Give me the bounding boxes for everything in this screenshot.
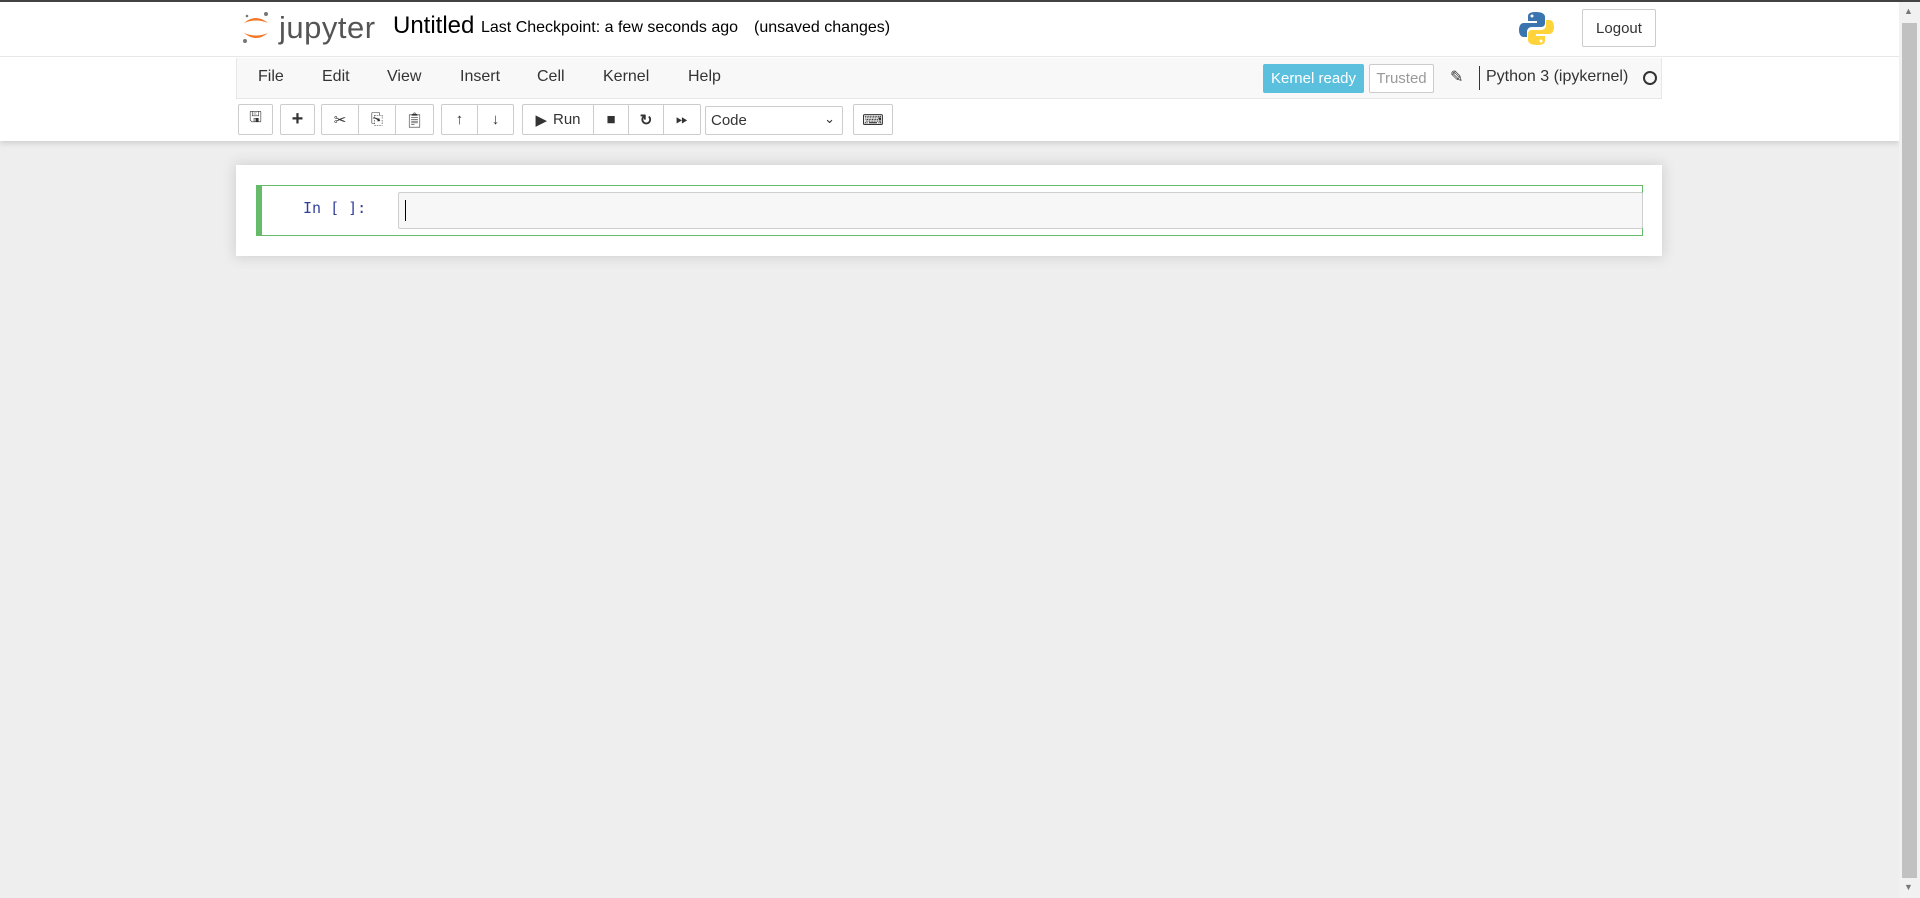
keyboard-icon: ⌨	[862, 111, 884, 129]
notebook-name[interactable]: Untitled	[393, 12, 474, 40]
autosave-status: (unsaved changes)	[754, 19, 891, 36]
text-cursor	[405, 200, 406, 221]
menu-help[interactable]: Help	[688, 68, 721, 86]
run-button-group: ▶ Run ■ ↻ ⏩︎	[522, 104, 701, 135]
arrow-up-icon: ↑	[455, 111, 464, 128]
chevron-down-icon: ⌄	[824, 111, 835, 126]
jupyter-logo[interactable]: jupyter	[241, 10, 376, 46]
copy-icon: ⎘	[370, 111, 383, 128]
move-button-group: ↑ ↓	[441, 104, 514, 135]
scissors-icon: ✂	[333, 111, 347, 129]
code-cell[interactable]: In [ ]:	[256, 185, 1643, 236]
python-logo-icon	[1519, 12, 1554, 45]
jupyter-logo-text: jupyter	[279, 10, 376, 45]
save-icon: 🖫	[249, 109, 262, 126]
input-prompt: In [ ]:	[303, 199, 367, 217]
arrow-down-icon: ↓	[491, 111, 500, 128]
stop-icon: ■	[606, 111, 616, 128]
interrupt-button[interactable]: ■	[593, 104, 629, 135]
kernel-idle-indicator-icon	[1643, 71, 1657, 85]
play-icon: ▶	[535, 111, 547, 129]
header: jupyter Untitled Last Checkpoint: a few …	[0, 2, 1899, 141]
vertical-scrollbar[interactable]: ▲ ▼	[1899, 2, 1920, 898]
restart-button[interactable]: ↻	[628, 104, 664, 135]
restart-run-all-button[interactable]: ⏩︎	[663, 104, 701, 135]
kernel-status-badge: Kernel ready	[1263, 64, 1364, 93]
scroll-down-icon[interactable]: ▼	[1904, 882, 1913, 892]
scroll-up-icon[interactable]: ▲	[1904, 6, 1913, 16]
scrollbar-thumb[interactable]	[1902, 23, 1917, 878]
paste-button[interactable]: 📋︎	[395, 104, 434, 135]
plus-icon: +	[291, 108, 304, 130]
edit-button-group: ✂ ⎘ 📋︎	[321, 104, 434, 135]
menu-file[interactable]: File	[258, 68, 284, 86]
logout-button[interactable]: Logout	[1582, 9, 1656, 47]
command-palette-button[interactable]: ⌨	[853, 104, 893, 135]
paste-icon: 📋︎	[404, 111, 425, 129]
code-input[interactable]	[398, 192, 1643, 229]
move-down-button[interactable]: ↓	[477, 104, 514, 135]
run-button[interactable]: ▶ Run	[522, 104, 594, 135]
kernel-name[interactable]: Python 3 (ipykernel)	[1486, 68, 1628, 86]
checkpoint-status: Last Checkpoint: a few seconds ago	[481, 19, 739, 36]
menu-cell[interactable]: Cell	[537, 68, 565, 86]
insert-cell-button[interactable]: +	[280, 104, 315, 135]
cut-button[interactable]: ✂	[321, 104, 359, 135]
menu-kernel[interactable]: Kernel	[603, 68, 649, 86]
copy-button[interactable]: ⎘	[358, 104, 396, 135]
move-up-button[interactable]: ↑	[441, 104, 478, 135]
edit-mode-pencil-icon: ✎	[1450, 69, 1464, 86]
trusted-button[interactable]: Trusted	[1369, 64, 1434, 93]
fast-forward-icon: ⏩︎	[675, 111, 688, 128]
header-divider	[0, 56, 1899, 57]
run-label: Run	[553, 111, 581, 128]
menu-insert[interactable]: Insert	[460, 68, 500, 86]
kernel-divider	[1479, 66, 1480, 90]
menu-bar: File Edit View Insert Cell Kernel Help K…	[236, 58, 1662, 99]
cell-type-select[interactable]: Code ⌄	[705, 106, 843, 135]
menu-view[interactable]: View	[387, 68, 421, 86]
save-button[interactable]: 🖫	[238, 104, 273, 135]
cell-type-value: Code	[711, 112, 747, 129]
menu-edit[interactable]: Edit	[322, 68, 350, 86]
restart-icon: ↻	[639, 111, 653, 129]
notebook-container: In [ ]:	[236, 165, 1662, 256]
jupyter-logo-icon	[243, 12, 268, 43]
